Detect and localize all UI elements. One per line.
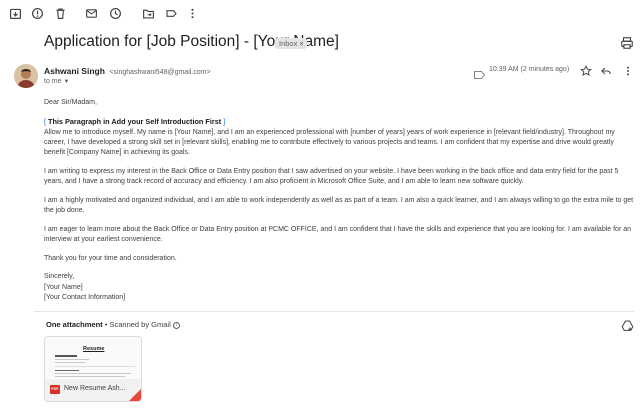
paragraph-qualities: I am a highly motivated and organized in… (44, 196, 634, 215)
intro-highlight: [ This Paragraph in Add your Self Introd… (44, 117, 634, 128)
more-vert-icon[interactable] (622, 64, 634, 76)
message-timestamp: 10:39 AM (2 minutes ago) (489, 66, 570, 73)
reply-icon[interactable] (600, 64, 612, 76)
preview-line (55, 359, 89, 360)
highlight-close-bracket: ] (223, 118, 226, 126)
archive-icon[interactable] (7, 5, 23, 21)
message-toolbar (0, 0, 642, 26)
pdf-icon: PDF (50, 385, 60, 394)
paragraph-intro: Allow me to introduce myself. My name is… (44, 128, 615, 157)
inbox-label-text: Inbox (279, 39, 298, 48)
signature: Sincerely, [Your Name] [Your Contact Inf… (44, 272, 634, 303)
attachments-header: One attachment • Scanned by Gmail i (46, 320, 180, 329)
corner-fold-icon (129, 389, 141, 401)
chevron-down-icon[interactable]: ▼ (64, 79, 70, 85)
preview-line (55, 373, 131, 374)
recipient-details[interactable]: to me ▼ (44, 78, 69, 85)
message-body: Dear Sir/Madam, [ This Paragraph in Add … (44, 98, 634, 303)
attachment-preview: Resume (45, 337, 141, 381)
attachment-divider (34, 311, 634, 312)
preview-line (55, 355, 77, 357)
preview-line (55, 362, 85, 363)
sender-email: <singhashwani548@gmail.com> (109, 69, 211, 76)
add-to-drive-icon[interactable] (621, 319, 634, 332)
label-icon[interactable] (163, 5, 179, 21)
attachment-card[interactable]: Resume PDF New Resume Ash... (44, 336, 142, 402)
attachment-footer: PDF New Resume Ash... (45, 379, 141, 401)
sender-line: Ashwani Singh <singhashwani548@gmail.com… (44, 66, 211, 76)
report-spam-icon[interactable] (29, 5, 45, 21)
move-to-icon[interactable] (140, 5, 156, 21)
attachment-count: One attachment (46, 320, 103, 329)
preview-line (55, 370, 79, 371)
delete-icon[interactable] (52, 5, 68, 21)
important-marker-icon[interactable] (474, 66, 486, 79)
paragraph-closing: I am eager to learn more about the Back … (44, 225, 632, 244)
scanned-label: Scanned by Gmail (109, 320, 171, 329)
paragraph-thanks: Thank you for your time and consideratio… (44, 254, 177, 262)
sender-avatar[interactable] (14, 64, 38, 88)
message-meta: 10:39 AM (2 minutes ago) (474, 64, 634, 79)
sign-name: [Your Name] (44, 283, 83, 291)
preview-line (55, 376, 125, 377)
inbox-label-chip[interactable]: Inbox × (275, 38, 307, 49)
info-icon[interactable]: i (172, 321, 180, 329)
mark-unread-icon[interactable] (83, 5, 99, 21)
star-icon[interactable] (580, 64, 592, 77)
recipient-text: to me (44, 78, 62, 85)
subject-row: Application for [Job Position] - [Your N… (44, 33, 634, 53)
greeting: Dear Sir/Madam, (44, 99, 97, 106)
preview-line (55, 366, 135, 367)
highlight-text: This Paragraph in Add your Self Introduc… (45, 116, 224, 126)
sign-contact: [Your Contact Information] (44, 293, 126, 301)
paragraph-interest: I am writing to express my interest in t… (44, 168, 619, 186)
snooze-icon[interactable] (107, 5, 123, 21)
sender-name[interactable]: Ashwani Singh (44, 66, 105, 76)
attachment-filename: New Resume Ash... (64, 385, 126, 392)
remove-label-icon[interactable]: × (299, 39, 303, 48)
preview-title: Resume (83, 346, 105, 352)
more-vert-icon[interactable] (184, 5, 200, 21)
print-icon[interactable] (620, 36, 634, 50)
sign-off: Sincerely, (44, 273, 75, 281)
